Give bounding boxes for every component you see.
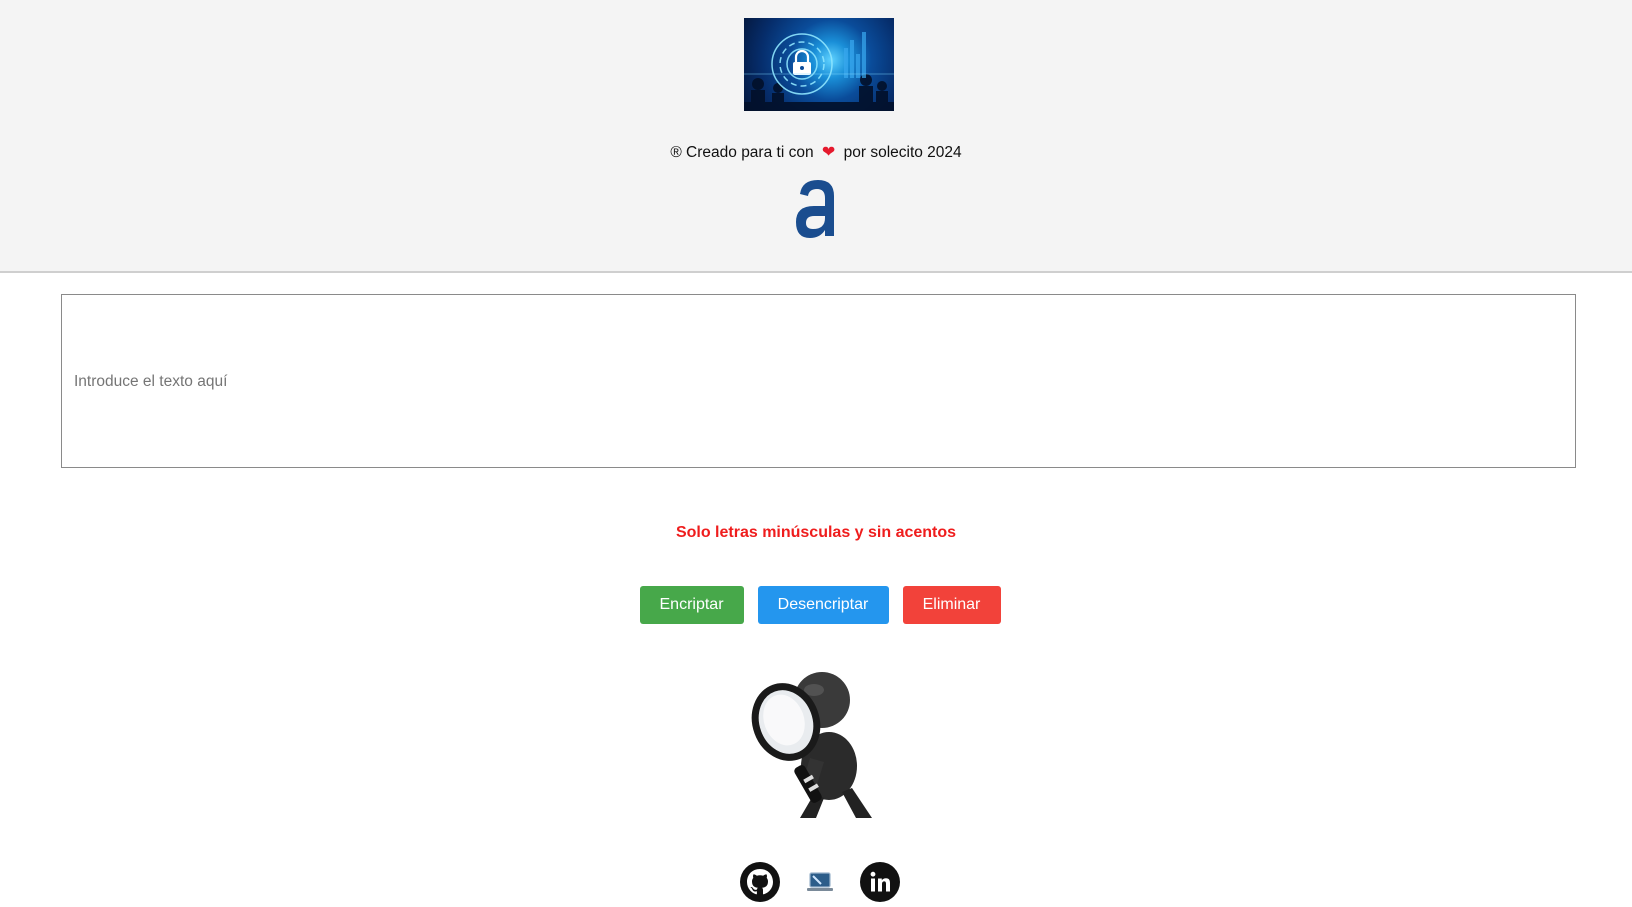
text-input[interactable] <box>61 294 1576 468</box>
registered-mark: ® <box>670 144 682 161</box>
header: ® Creado para ti con ❤ por solecito 2024 <box>0 0 1632 273</box>
heart-icon: ❤ <box>821 144 836 161</box>
cyber-security-banner-image <box>744 18 894 111</box>
linkedin-icon[interactable] <box>860 862 900 902</box>
action-buttons: Encriptar Desencriptar Eliminar <box>0 586 1632 624</box>
github-icon[interactable] <box>740 862 780 902</box>
social-links <box>0 862 1632 902</box>
input-rules-warning: Solo letras minúsculas y sin acentos <box>675 524 957 541</box>
decrypt-button[interactable]: Desencriptar <box>757 586 889 624</box>
delete-button[interactable]: Eliminar <box>902 586 1001 624</box>
portfolio-icon[interactable] <box>800 862 840 902</box>
credit-text-after: por solecito 2024 <box>843 144 962 161</box>
encrypt-button[interactable]: Encriptar <box>639 586 744 624</box>
credit-text-before: Creado para ti con <box>686 144 814 161</box>
credit-line: ® Creado para ti con ❤ por solecito 2024 <box>0 142 1632 162</box>
brand-a-logo-icon <box>792 176 844 240</box>
magnifying-glass-figure-image <box>744 666 894 820</box>
